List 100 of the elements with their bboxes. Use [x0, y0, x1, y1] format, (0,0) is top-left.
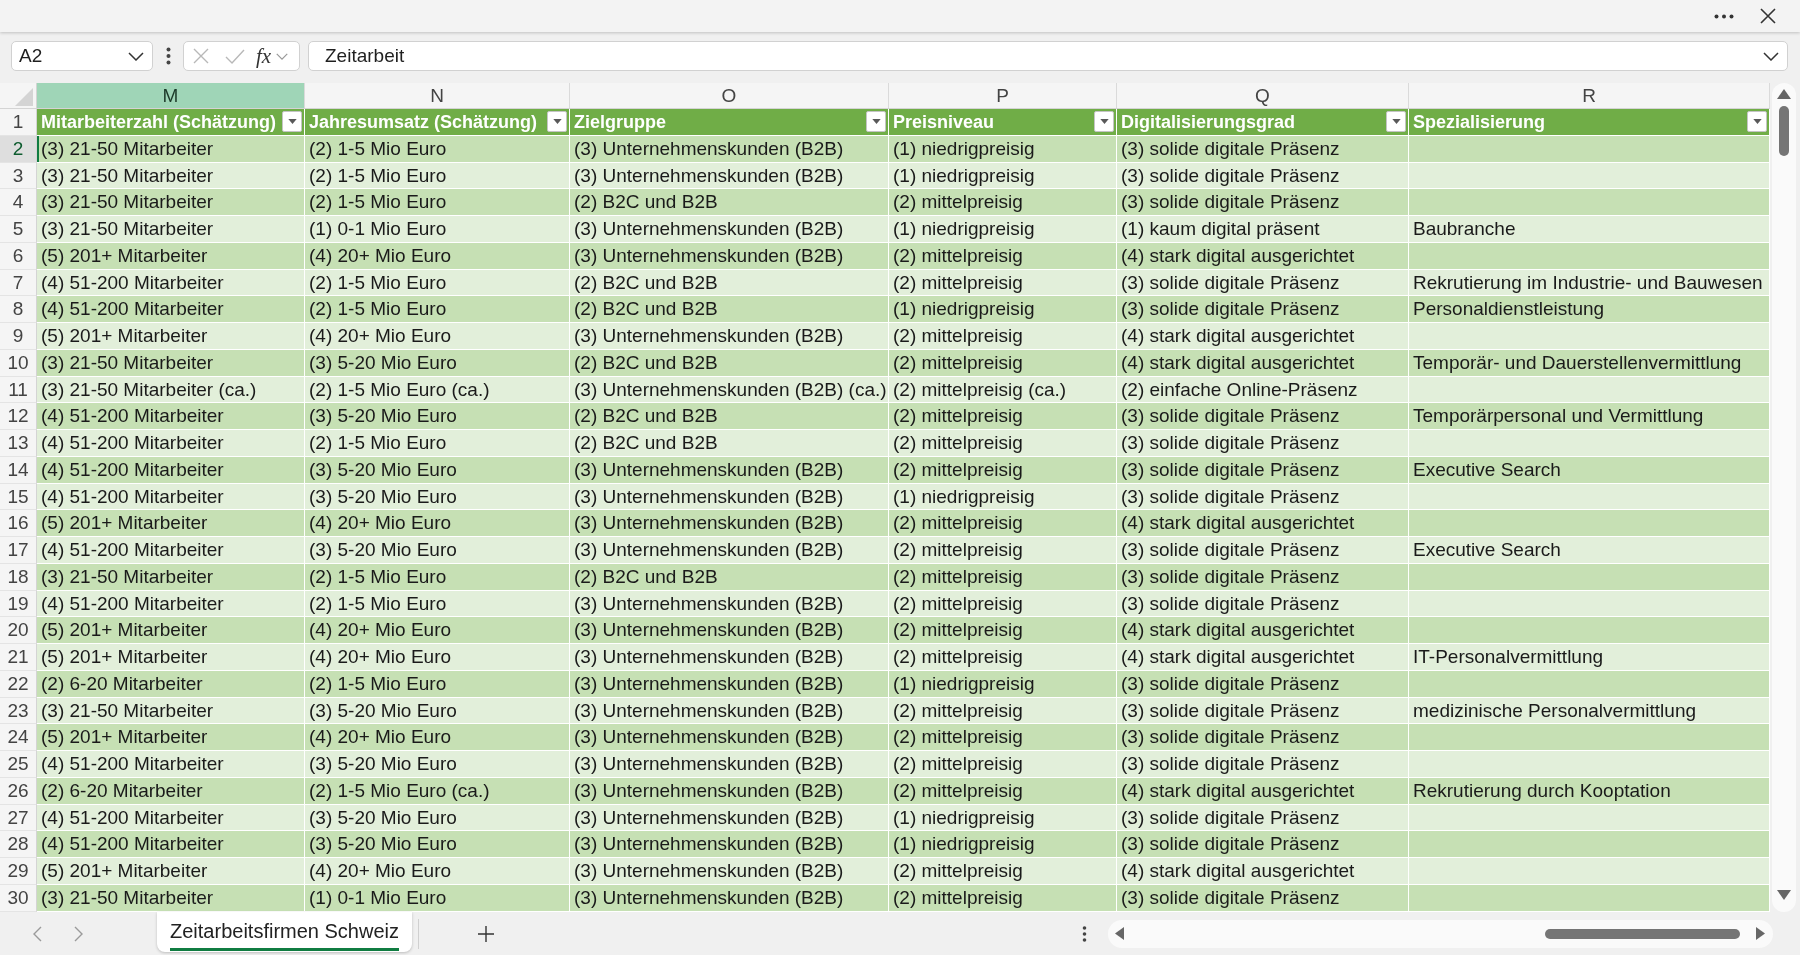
table-cell: (4) 51-200 Mitarbeiter [37, 751, 305, 778]
row-number[interactable]: 20 [0, 617, 37, 644]
table-cell: Executive Search [1409, 537, 1770, 564]
table-cell: (5) 201+ Mitarbeiter [37, 724, 305, 751]
row-number[interactable]: 3 [0, 162, 37, 190]
row-number[interactable]: 26 [0, 777, 37, 805]
table-cell: (4) stark digital ausgerichtet [1117, 242, 1409, 270]
row-number[interactable]: 2 [0, 135, 37, 163]
table-cell: (2) mittelpreisig [889, 617, 1117, 644]
row-number[interactable]: 30 [0, 884, 37, 912]
row-number[interactable]: 23 [0, 697, 37, 725]
table-cell: (2) mittelpreisig [889, 697, 1117, 725]
table-cell: (1) niedrigpreisig [889, 135, 1117, 163]
table-cell: (3) 21-50 Mitarbeiter [37, 135, 305, 163]
row-number[interactable]: 14 [0, 456, 37, 484]
table-cell: (3) solide digitale Präsenz [1117, 563, 1409, 591]
table-cell: (2) mittelpreisig [889, 590, 1117, 618]
table-cell: (4) 51-200 Mitarbeiter [37, 831, 305, 858]
close-icon [1760, 8, 1776, 24]
row-number[interactable]: 12 [0, 403, 37, 430]
filter-button[interactable] [866, 111, 886, 133]
row-number[interactable]: 29 [0, 858, 37, 885]
row-number[interactable]: 10 [0, 349, 37, 377]
row-number[interactable]: 1 [0, 109, 37, 136]
row-number[interactable]: 5 [0, 216, 37, 243]
triangle-left-icon[interactable] [1115, 927, 1124, 940]
column-title: Mitarbeiterzahl (Schätzung) [41, 110, 277, 133]
table-cell: (3) solide digitale Präsenz [1117, 135, 1409, 163]
table-cell: (3) 5-20 Mio Euro [305, 483, 570, 511]
horizontal-scrollbar[interactable] [1108, 919, 1773, 948]
row-number[interactable]: 4 [0, 189, 37, 216]
filter-button[interactable] [547, 111, 567, 133]
filter-button[interactable] [1094, 111, 1114, 133]
row-number[interactable]: 21 [0, 644, 37, 671]
formula-field[interactable]: Zeitarbeit [308, 41, 1788, 71]
column-letter[interactable]: R [1409, 83, 1770, 108]
scrollbar-thumb[interactable] [1779, 106, 1789, 156]
filter-button[interactable] [1747, 111, 1767, 133]
table-cell: (3) Unternehmenskunden (B2B) [570, 670, 889, 698]
filter-button[interactable] [1386, 111, 1406, 133]
row-number[interactable]: 22 [0, 670, 37, 698]
row-number[interactable]: 8 [0, 296, 37, 323]
vertical-dots-icon[interactable] [166, 47, 171, 65]
triangle-up-icon[interactable] [1777, 89, 1791, 99]
column-letter[interactable]: M [37, 83, 305, 108]
table-cell: (2) mittelpreisig [889, 403, 1117, 430]
table-cell: (1) 0-1 Mio Euro [305, 216, 570, 243]
table-cell: (3) Unternehmenskunden (B2B) [570, 617, 889, 644]
table-cell: (3) Unternehmenskunden (B2B) [570, 590, 889, 618]
close-button[interactable] [1760, 8, 1776, 24]
row-number[interactable]: 19 [0, 590, 37, 618]
row-number[interactable]: 6 [0, 242, 37, 270]
row-number[interactable]: 15 [0, 483, 37, 511]
column-letter[interactable]: N [305, 83, 570, 108]
check-icon[interactable] [225, 48, 245, 64]
name-box[interactable]: A2 [11, 41, 153, 71]
scrollbar-thumb[interactable] [1545, 928, 1740, 939]
table-cell: (2) 1-5 Mio Euro (ca.) [305, 777, 570, 805]
column-letter[interactable]: Q [1117, 83, 1409, 108]
table-cell: (2) mittelpreisig [889, 644, 1117, 671]
row-number[interactable]: 13 [0, 430, 37, 457]
table-cell: (3) Unternehmenskunden (B2B) [570, 135, 889, 163]
table-cell: (3) Unternehmenskunden (B2B) [570, 323, 889, 350]
table-cell: (3) Unternehmenskunden (B2B) [570, 242, 889, 270]
table-cell: (4) stark digital ausgerichtet [1117, 617, 1409, 644]
table-cell: (3) solide digitale Präsenz [1117, 403, 1409, 430]
row-number[interactable]: 7 [0, 269, 37, 297]
table-cell: (4) 20+ Mio Euro [305, 323, 570, 350]
row-number[interactable]: 28 [0, 831, 37, 858]
row-number[interactable]: 11 [0, 376, 37, 404]
table-cell: (2) 1-5 Mio Euro [305, 296, 570, 323]
table-cell: (4) 51-200 Mitarbeiter [37, 483, 305, 511]
insert-function-button[interactable]: fx [254, 45, 274, 67]
column-letter[interactable]: O [570, 83, 889, 108]
chevron-down-icon[interactable] [1763, 52, 1779, 61]
table-cell: (2) mittelpreisig [889, 724, 1117, 751]
triangle-right-icon[interactable] [1756, 927, 1765, 940]
table-cell: (3) Unternehmenskunden (B2B) [570, 483, 889, 511]
row-number[interactable]: 27 [0, 804, 37, 832]
row-number[interactable]: 16 [0, 510, 37, 537]
vertical-dots-icon[interactable] [1082, 925, 1087, 942]
table-cell: (3) Unternehmenskunden (B2B) [570, 858, 889, 885]
more-button[interactable] [1714, 13, 1734, 19]
add-sheet-button[interactable] [478, 925, 494, 942]
row-number[interactable]: 25 [0, 751, 37, 778]
sheet-tab[interactable]: Zeitarbeitsfirmen Schweiz [157, 912, 412, 952]
row-number[interactable]: 24 [0, 724, 37, 751]
vertical-scrollbar[interactable] [1772, 83, 1796, 912]
column-letter[interactable]: P [889, 83, 1117, 108]
table-cell: (5) 201+ Mitarbeiter [37, 644, 305, 671]
chevron-down-icon[interactable] [128, 52, 144, 61]
table-cell: (3) 5-20 Mio Euro [305, 456, 570, 484]
filter-button[interactable] [282, 111, 302, 133]
row-number[interactable]: 17 [0, 537, 37, 564]
row-number[interactable]: 9 [0, 323, 37, 350]
table-cell: (3) Unternehmenskunden (B2B) (ca.) [570, 376, 889, 404]
triangle-down-icon[interactable] [1777, 890, 1791, 900]
table-cell: Baubranche [1409, 216, 1770, 243]
table-cell: (4) 20+ Mio Euro [305, 510, 570, 537]
row-number[interactable]: 18 [0, 563, 37, 591]
